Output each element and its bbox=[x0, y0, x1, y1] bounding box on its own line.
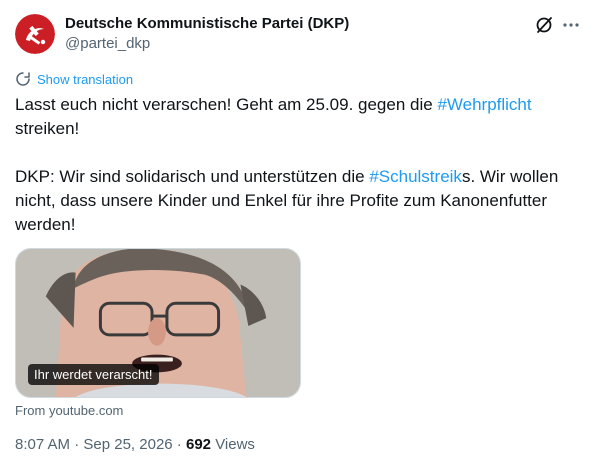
grok-icon bbox=[536, 17, 552, 33]
card-source[interactable]: From youtube.com bbox=[15, 403, 123, 418]
author-handle[interactable]: @partei_dkp bbox=[65, 35, 150, 52]
post-text-segment: DKP: Wir sind solidarisch und unterstütz… bbox=[15, 167, 370, 186]
author-name[interactable]: Deutsche Kommunistische Partei (DKP) bbox=[65, 15, 349, 32]
card-caption: Ihr werdet verarscht! bbox=[28, 364, 159, 385]
show-translation-link[interactable]: Show translation bbox=[15, 71, 133, 87]
hashtag-schulstreik[interactable]: #Schulstreik bbox=[369, 167, 462, 186]
more-options-button[interactable] bbox=[560, 14, 582, 36]
post-time[interactable]: 8:07 AM bbox=[15, 436, 70, 453]
meta-separator: · bbox=[172, 436, 186, 453]
more-dots-icon bbox=[563, 23, 579, 27]
post-text-segment: Lasst euch nicht verarschen! Geht am 25.… bbox=[15, 95, 438, 114]
post-date[interactable]: Sep 25, 2026 bbox=[83, 436, 172, 453]
translate-icon bbox=[16, 72, 30, 86]
views-count: 692 bbox=[185, 436, 212, 453]
party-logo-icon bbox=[15, 14, 55, 54]
avatar[interactable] bbox=[15, 14, 55, 54]
post-paragraph-2: DKP: Wir sind solidarisch und unterstütz… bbox=[15, 165, 585, 237]
post-meta: 8:07 AM · Sep 25, 2026 · 692 Views bbox=[15, 436, 255, 453]
grok-button[interactable] bbox=[533, 14, 555, 36]
meta-separator: · bbox=[70, 436, 84, 453]
views-label: Views bbox=[215, 436, 255, 453]
post-text: Lasst euch nicht verarschen! Geht am 25.… bbox=[15, 93, 585, 237]
show-translation-label: Show translation bbox=[37, 71, 134, 87]
hashtag-wehrpflicht[interactable]: #Wehrpflicht bbox=[437, 95, 531, 114]
link-card[interactable]: Ihr werdet verarscht! bbox=[15, 248, 301, 398]
post-paragraph-1: Lasst euch nicht verarschen! Geht am 25.… bbox=[15, 93, 585, 141]
post-text-segment: streiken! bbox=[15, 119, 80, 138]
